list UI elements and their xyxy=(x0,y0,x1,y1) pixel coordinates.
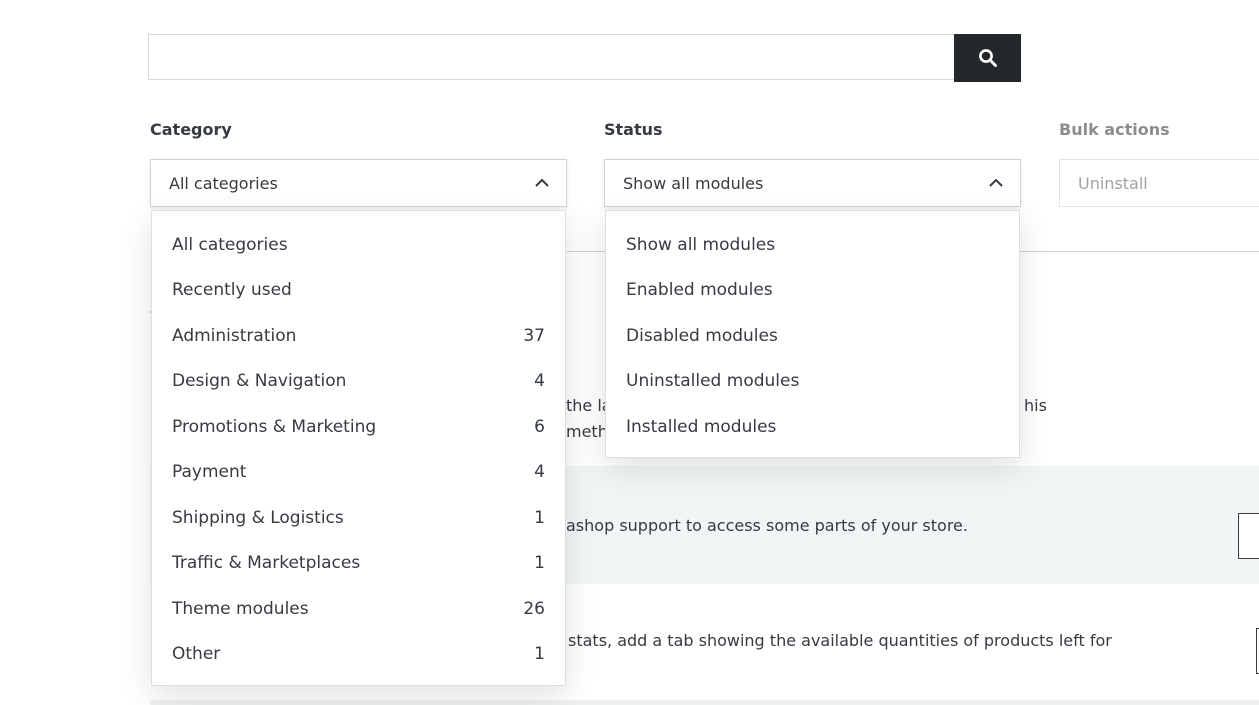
category-option[interactable]: Payment 4 xyxy=(172,460,545,484)
status-option[interactable]: Disabled modules xyxy=(626,324,999,348)
category-option-label: Other xyxy=(172,644,221,664)
category-option-label: All categories xyxy=(172,235,288,255)
status-option[interactable]: Installed modules xyxy=(626,415,999,439)
category-option-label: Shipping & Logistics xyxy=(172,508,344,528)
status-option-label: Installed modules xyxy=(626,417,777,437)
bulk-actions-value: Uninstall xyxy=(1078,173,1148,193)
status-option-label: Disabled modules xyxy=(626,326,778,346)
status-option[interactable]: Uninstalled modules xyxy=(626,369,999,393)
chevron-up-icon xyxy=(535,178,549,187)
search-input[interactable] xyxy=(148,34,954,80)
status-dropdown: Show all modules Enabled modules Disable… xyxy=(605,210,1020,458)
category-option[interactable]: Promotions & Marketing 6 xyxy=(172,415,545,439)
category-option[interactable]: Administration 37 xyxy=(172,324,545,348)
category-option-count: 6 xyxy=(534,417,545,437)
support-text: ashop support to access some parts of yo… xyxy=(566,516,968,535)
status-select-value: Show all modules xyxy=(623,173,764,193)
status-option-label: Uninstalled modules xyxy=(626,371,800,391)
category-option-label: Promotions & Marketing xyxy=(172,417,377,437)
category-option-label: Administration xyxy=(172,326,297,346)
category-option[interactable]: Other 1 xyxy=(172,642,545,666)
category-option[interactable]: Theme modules 26 xyxy=(172,597,545,621)
category-option-count: 1 xyxy=(534,644,545,664)
category-option-count: 1 xyxy=(534,508,545,528)
category-select-value: All categories xyxy=(169,173,278,193)
category-option-count: 37 xyxy=(523,326,545,346)
category-label: Category xyxy=(150,120,232,139)
category-option-count: 26 xyxy=(523,599,545,619)
category-option-count: 4 xyxy=(534,462,545,482)
category-option[interactable]: Traffic & Marketplaces 1 xyxy=(172,551,545,575)
category-option-count: 1 xyxy=(534,553,545,573)
category-option-count: 4 xyxy=(534,371,545,391)
search-icon xyxy=(978,49,997,67)
category-option-label: Design & Navigation xyxy=(172,371,347,391)
status-option[interactable]: Enabled modules xyxy=(626,278,999,302)
category-option-label: Recently used xyxy=(172,280,292,300)
divider xyxy=(150,700,1259,705)
category-option[interactable]: Shipping & Logistics 1 xyxy=(172,506,545,530)
chevron-up-icon xyxy=(989,178,1003,187)
status-label: Status xyxy=(604,120,663,139)
status-option-label: Show all modules xyxy=(626,235,776,255)
category-option-label: Traffic & Marketplaces xyxy=(172,553,361,573)
status-option-label: Enabled modules xyxy=(626,280,773,300)
module-description-fragment: his xyxy=(1024,396,1047,415)
category-option-label: Theme modules xyxy=(172,599,309,619)
action-button[interactable] xyxy=(1238,513,1259,559)
category-dropdown: All categories Recently used Administrat… xyxy=(151,210,566,686)
category-option[interactable]: All categories xyxy=(172,233,545,257)
bulk-actions-select[interactable]: Uninstall xyxy=(1059,159,1259,207)
category-option-label: Payment xyxy=(172,462,247,482)
category-option[interactable]: Recently used xyxy=(172,278,545,302)
bulk-actions-label: Bulk actions xyxy=(1059,120,1170,139)
module-description-fragment: meth xyxy=(566,422,608,441)
module-description: stats, add a tab showing the available q… xyxy=(568,631,1112,650)
search-button[interactable] xyxy=(954,34,1021,82)
status-select[interactable]: Show all modules xyxy=(604,159,1021,207)
category-option[interactable]: Design & Navigation 4 xyxy=(172,369,545,393)
status-option[interactable]: Show all modules xyxy=(626,233,999,257)
category-select[interactable]: All categories xyxy=(150,159,567,207)
